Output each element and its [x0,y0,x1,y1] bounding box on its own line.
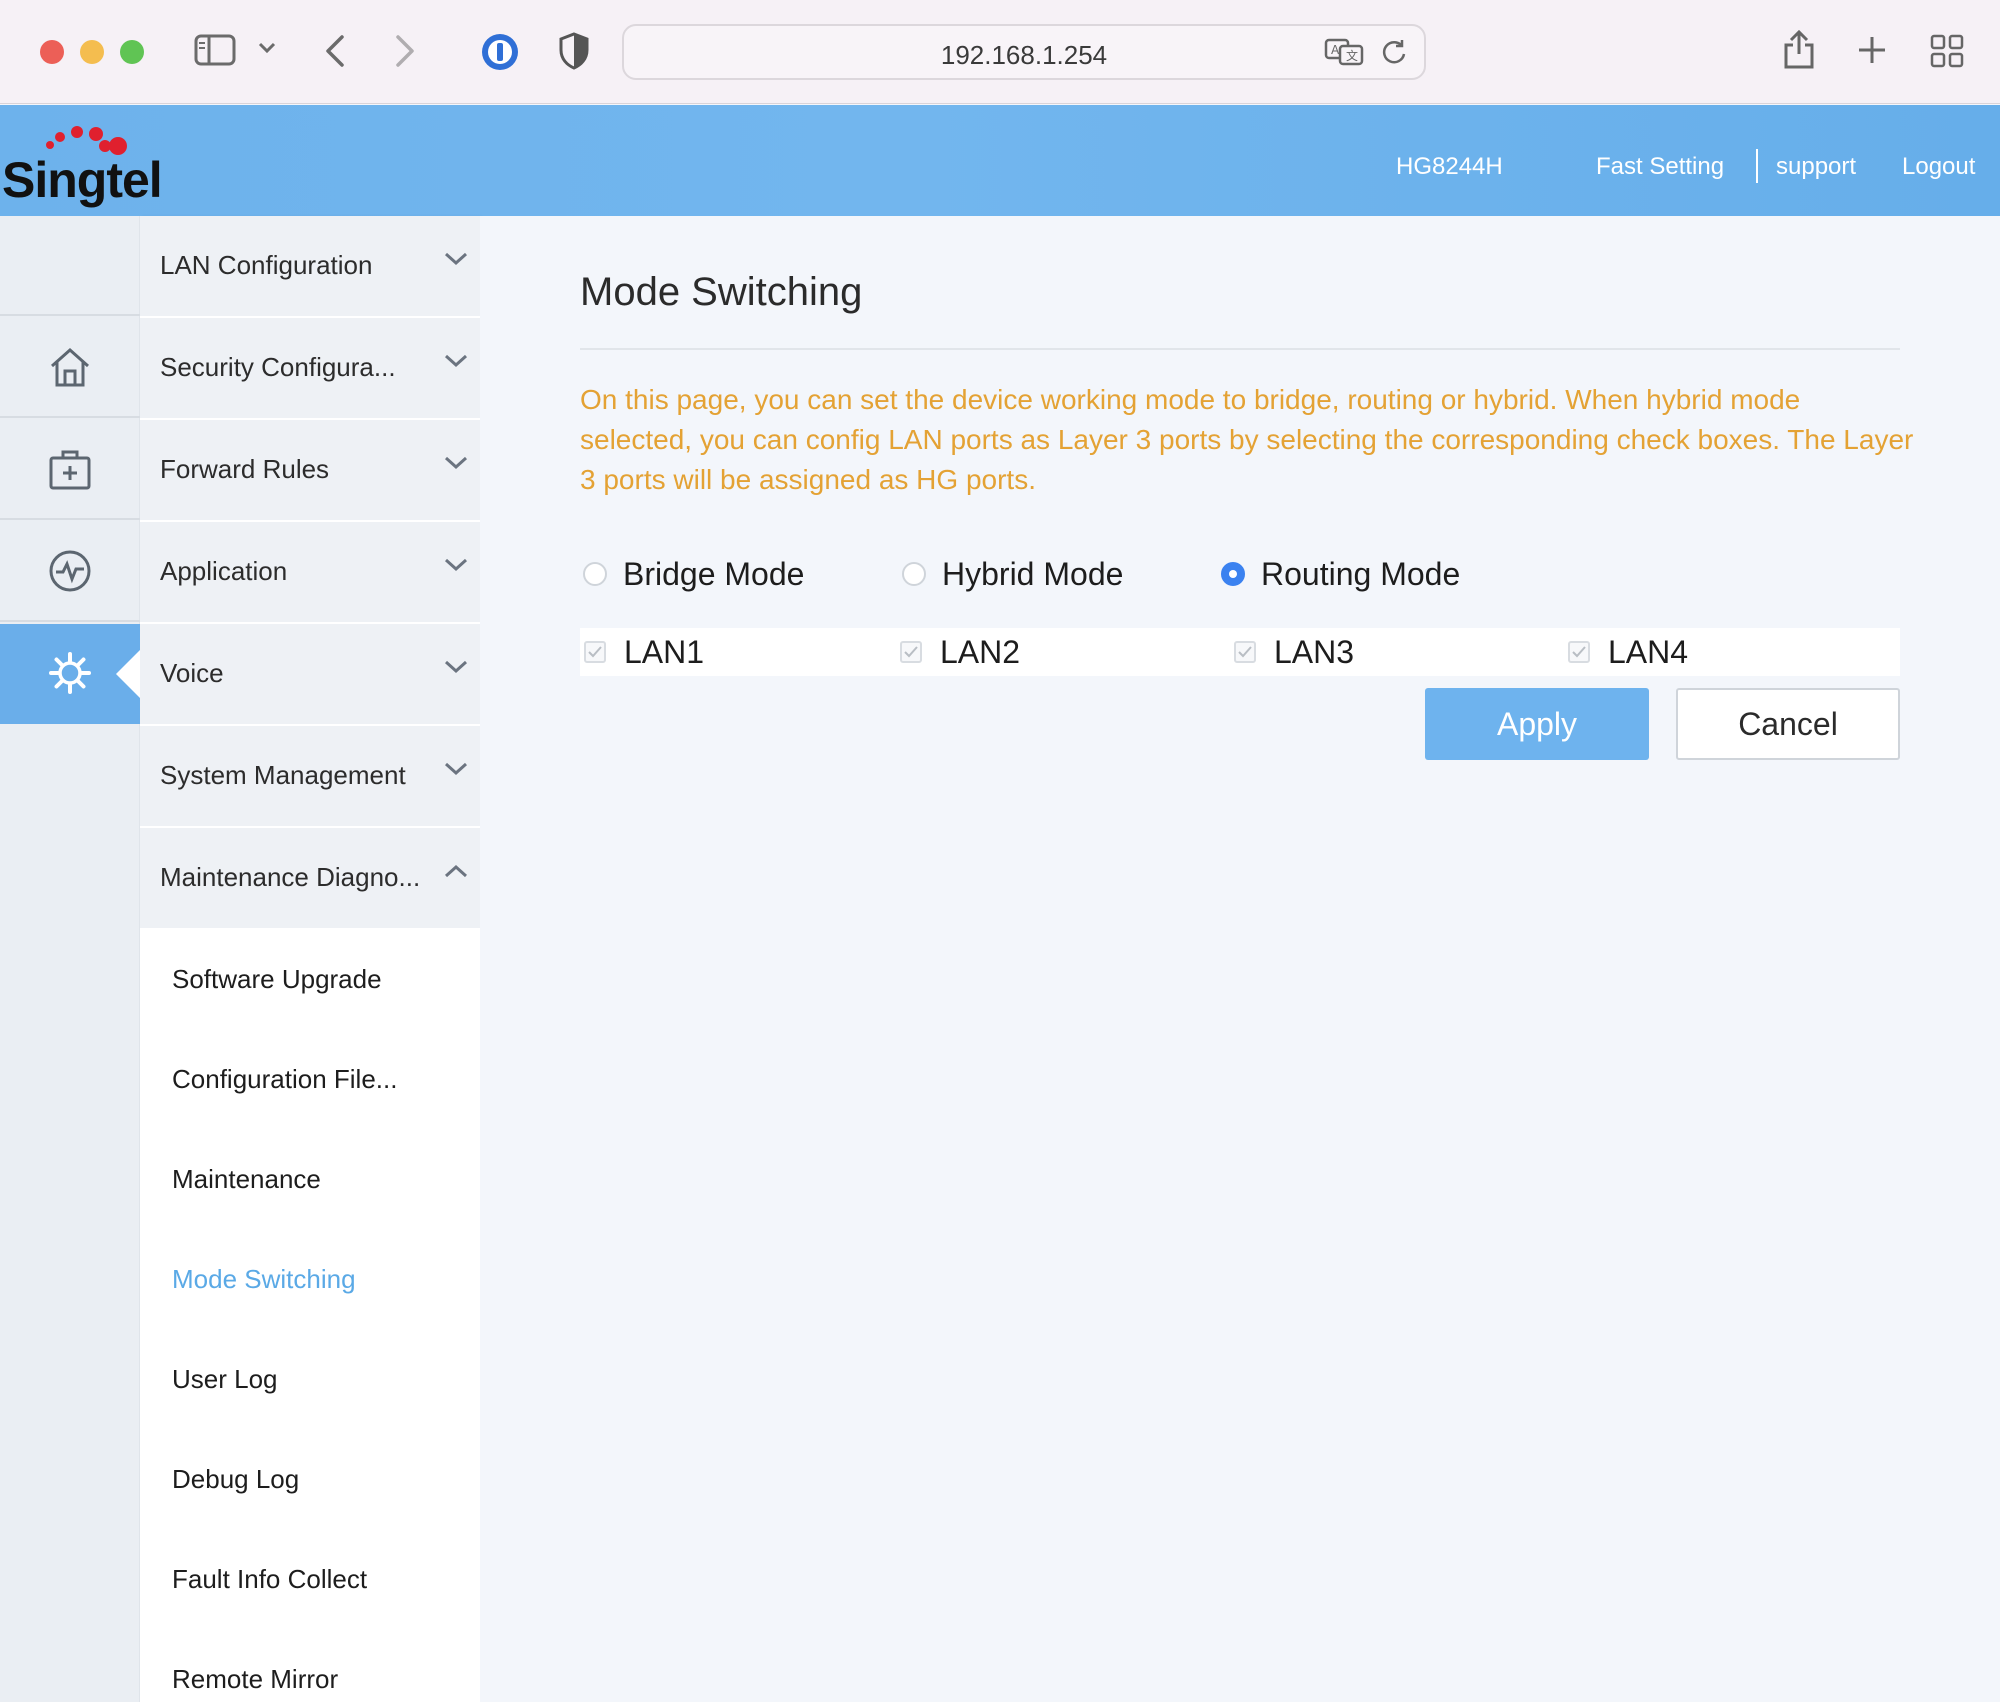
url-text[interactable]: 192.168.1.254 [624,40,1424,71]
menu-item-fault-info-collect[interactable]: Fault Info Collect [172,1564,367,1595]
routing-mode-radio[interactable] [1221,562,1245,586]
chevron-down-icon [444,762,468,781]
chevron-down-icon [444,660,468,679]
menu-group-label: Forward Rules [160,454,330,484]
icon-rail [0,216,140,1702]
menu-item-user-log[interactable]: User Log [172,1364,278,1395]
maximize-window-button[interactable] [120,40,144,64]
menu-item-configuration-file[interactable]: Configuration File... [172,1064,397,1095]
hybrid-mode-label: Hybrid Mode [942,555,1124,592]
lan3-option[interactable]: LAN3 [1234,628,1354,676]
routing-mode-label: Routing Mode [1261,555,1461,592]
svg-text:文: 文 [1346,48,1358,63]
lan2-checkbox[interactable] [900,641,922,663]
menu-group-label: System Management [160,760,406,790]
menu-group-label: Application [160,556,288,586]
singtel-logo[interactable]: Singtel [0,115,163,210]
chevron-down-icon [444,252,468,271]
heartbeat-icon [49,550,91,592]
logo-text: Singtel [2,152,163,208]
svg-text:A: A [1331,43,1340,57]
menu-group-forward-rules[interactable]: Forward Rules [140,420,480,522]
browser-toolbar: 192.168.1.254 A文 [0,0,2000,104]
chevron-down-icon [444,354,468,373]
back-icon[interactable] [324,34,346,68]
page-description: On this page, you can set the device wor… [580,384,1914,495]
password-manager-icon[interactable] [480,32,520,72]
apply-button[interactable]: Apply [1425,688,1649,760]
menu-group-security-configuration[interactable]: Security Configura... [140,318,480,420]
bridge-mode-label: Bridge Mode [623,555,805,592]
menu-group-system-management[interactable]: System Management [140,726,480,828]
tab-overview-icon[interactable] [1930,34,1964,68]
bridge-mode-radio[interactable] [583,562,607,586]
menu-item-maintenance[interactable]: Maintenance [172,1164,321,1195]
chevron-down-icon [444,456,468,475]
menu-item-software-upgrade[interactable]: Software Upgrade [172,964,382,995]
lan1-label: LAN1 [624,633,705,670]
menu-group-voice[interactable]: Voice [140,624,480,726]
menu-group-label: Voice [160,658,224,688]
share-icon[interactable] [1782,28,1816,70]
active-section-pointer [116,650,140,698]
menu-group-label: Security Configura... [160,352,396,382]
translate-icon[interactable]: A文 [1324,38,1364,71]
rail-item-blank [0,216,140,316]
menu-group-label: LAN Configuration [160,250,373,280]
reload-icon[interactable] [1380,38,1408,71]
support-link[interactable]: support [1776,153,1856,181]
lan3-label: LAN3 [1274,633,1355,670]
menu-item-debug-log[interactable]: Debug Log [172,1464,299,1495]
hybrid-mode-option[interactable]: Hybrid Mode [902,554,1123,594]
page-title: Mode Switching [580,270,863,314]
router-header: Singtel HG8244H Fast Setting support Log… [0,105,2000,216]
gear-icon [49,652,91,694]
lan4-label: LAN4 [1608,633,1689,670]
lan3-checkbox[interactable] [1234,641,1256,663]
chevron-down-icon[interactable] [258,42,276,54]
minimize-window-button[interactable] [80,40,104,64]
sidebar-toggle-icon[interactable] [194,34,236,66]
menu-group-lan-configuration[interactable]: LAN Configuration [140,216,480,318]
settings-menu: LAN Configuration Security Configura... … [140,216,480,1702]
header-divider [1756,149,1758,183]
hybrid-mode-radio[interactable] [902,562,926,586]
close-window-button[interactable] [40,40,64,64]
menu-item-remote-mirror[interactable]: Remote Mirror [172,1664,338,1695]
rail-item-home[interactable] [0,318,140,418]
home-icon [51,347,89,387]
main-content: Mode Switching On this page, you can set… [480,216,2000,1702]
lan1-checkbox[interactable] [584,641,606,663]
lan4-option[interactable]: LAN4 [1568,628,1688,676]
menu-group-label: Maintenance Diagno... [160,862,421,892]
lan1-option[interactable]: LAN1 [584,628,704,676]
bridge-mode-option[interactable]: Bridge Mode [583,554,804,594]
rail-item-diagnose[interactable] [0,420,140,520]
chevron-up-icon [444,864,468,883]
cancel-button[interactable]: Cancel [1676,688,1900,760]
forward-icon[interactable] [394,34,416,68]
rail-item-status[interactable] [0,522,140,622]
chevron-down-icon [444,558,468,577]
menu-item-mode-switching[interactable]: Mode Switching [172,1264,356,1295]
new-tab-icon[interactable] [1856,34,1888,66]
logout-link[interactable]: Logout [1902,153,1975,181]
device-model: HG8244H [1396,153,1503,180]
lan4-checkbox[interactable] [1568,641,1590,663]
lan-ports-row: LAN1 LAN2 LAN3 LAN4 [580,628,1900,676]
shield-icon[interactable] [558,32,590,70]
title-divider [580,348,1900,350]
menu-group-application[interactable]: Application [140,522,480,624]
address-bar[interactable]: 192.168.1.254 A文 [622,24,1426,80]
medical-kit-icon [49,450,91,490]
routing-mode-option[interactable]: Routing Mode [1221,554,1460,594]
fast-setting-link[interactable]: Fast Setting [1596,153,1724,181]
menu-group-maintenance-diagnosis[interactable]: Maintenance Diagno... [140,828,480,930]
lan2-option[interactable]: LAN2 [900,628,1020,676]
lan2-label: LAN2 [940,633,1021,670]
